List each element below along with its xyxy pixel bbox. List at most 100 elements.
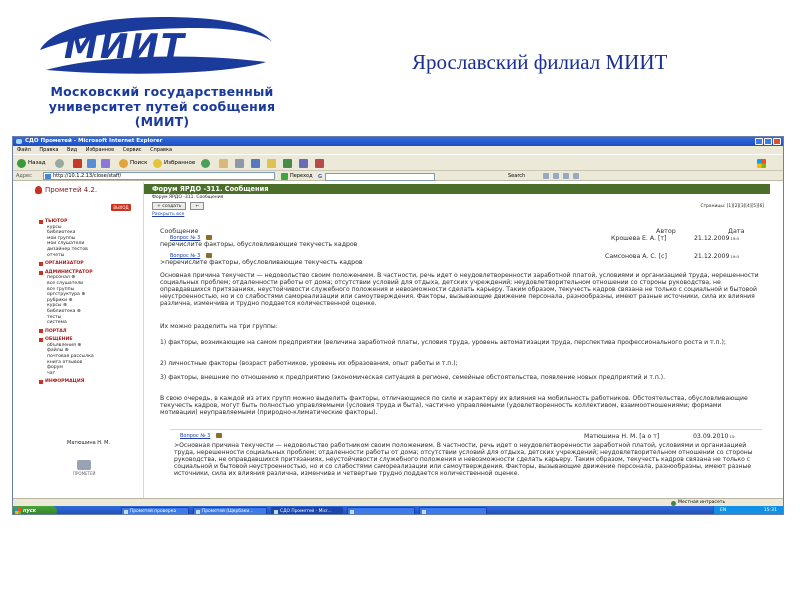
message-paragraph: Основная причина текучести — недовольств…: [160, 272, 759, 307]
print-button[interactable]: [235, 158, 244, 169]
search-label: Поиск: [130, 160, 148, 166]
window-controls: [755, 138, 781, 145]
sidebar-item[interactable]: система: [39, 320, 143, 326]
flame-icon: [35, 186, 42, 194]
menu-edit[interactable]: Правка: [39, 147, 58, 153]
history-button[interactable]: [201, 158, 210, 169]
sidebar-section-title: ПОРТАЛ: [45, 328, 67, 334]
taskbar-item[interactable]: Прометей проверка: [121, 507, 189, 514]
menu-help[interactable]: Справка: [150, 147, 172, 153]
address-input[interactable]: http://10.1.2.13/close/staff/: [43, 172, 275, 180]
sidebar-nav: ТЬЮТОР курсы библиотека мои группы мои слуша…: [39, 216, 143, 385]
back-to-forums-button[interactable]: ←: [190, 202, 205, 210]
toolbar-icon[interactable]: [573, 173, 579, 179]
forward-button[interactable]: [55, 158, 64, 169]
slide-title: Ярославский филиал МИИТ: [412, 50, 668, 74]
google-search-button[interactable]: Search: [508, 171, 525, 181]
create-message-button[interactable]: + создать: [152, 202, 187, 210]
home-button[interactable]: [101, 158, 110, 169]
refresh-icon: [87, 159, 96, 168]
toolbar-icon[interactable]: [543, 173, 549, 179]
google-toolbar: G: [318, 172, 436, 182]
start-button[interactable]: пуск: [13, 506, 57, 514]
reply-icon[interactable]: [216, 432, 223, 438]
browser-toolbar: Назад Поиск Избранное: [13, 154, 783, 171]
sidebar-item[interactable]: отчеты: [39, 253, 143, 259]
google-search-input[interactable]: [325, 173, 436, 181]
maximize-button[interactable]: [764, 138, 772, 145]
page-content: Прометей 4.2. ВЫХОД ТЬЮТОР курсы библиотек…: [13, 182, 783, 498]
search-icon: [119, 159, 128, 168]
history-icon: [201, 159, 210, 168]
taskbar-item[interactable]: [347, 507, 415, 514]
search-button[interactable]: Поиск: [119, 158, 147, 169]
message-author: Крошева Е. А. [т]: [611, 235, 667, 242]
prometheus-footer-logo: ПРОМЕТЕЙ: [73, 460, 96, 476]
taskbar-item-label: СДО Прометей - Мicr...: [280, 509, 332, 514]
page-icon: [45, 174, 51, 179]
forum-messages: Сообщение Автор Дата Вопрос № 3 перечисл…: [156, 224, 764, 496]
taskbar-item[interactable]: [419, 507, 487, 514]
ie-icon: [274, 510, 278, 514]
ie-icon: [124, 510, 128, 514]
reply-icon[interactable]: [206, 234, 213, 240]
window-titlebar[interactable]: СДО Прометей - Microsoft Internet Explor…: [13, 137, 783, 146]
edit-button[interactable]: [251, 158, 260, 169]
windows-flag-icon: [757, 159, 766, 168]
window-icon: [350, 510, 354, 514]
message-date-value: 21.12.2009: [694, 235, 730, 242]
message-paragraph: 3) факторы, внешние по отношению к предп…: [160, 374, 666, 381]
folder-icon: [267, 159, 276, 168]
brand-label: Прометей 4.2.: [45, 186, 98, 194]
sidebar-item[interactable]: чат: [39, 371, 143, 377]
print-icon: [235, 159, 244, 168]
edit-icon: [251, 159, 260, 168]
pagination[interactable]: Страницы: [1][2][3][4][5][6]: [701, 204, 764, 209]
refresh-button[interactable]: [87, 158, 96, 169]
star-icon: [153, 159, 162, 168]
close-button[interactable]: [773, 138, 781, 145]
messenger-button[interactable]: [283, 158, 292, 169]
expand-all-link[interactable]: Раскрыть все: [152, 212, 184, 217]
back-button[interactable]: Назад: [17, 158, 46, 169]
bullet-icon: [39, 270, 43, 275]
go-label: Переход: [290, 173, 313, 179]
tools-button[interactable]: [315, 158, 324, 169]
back-arrow-icon: [17, 159, 26, 168]
menu-view[interactable]: Вид: [67, 147, 77, 153]
bullet-icon: [39, 329, 43, 334]
toolbar-icon[interactable]: [563, 173, 569, 179]
menu-favorites[interactable]: Избранное: [86, 147, 114, 153]
toolbar-icon[interactable]: [553, 173, 559, 179]
research-icon: [299, 159, 308, 168]
sidebar-section-header[interactable]: ИНФОРМАЦИЯ: [39, 379, 143, 385]
mail-icon: [219, 159, 228, 168]
menu-file[interactable]: Файл: [17, 147, 31, 153]
message-date: 21.12.200919:0: [694, 235, 739, 242]
miit-logo: МИИТ Московский государственный универси…: [28, 8, 288, 136]
sidebar-section-header[interactable]: ОРГАНИЗАТОР: [39, 261, 143, 267]
message-link[interactable]: Вопрос № 3: [180, 433, 210, 439]
taskbar-item[interactable]: Прометей (Щербаки...: [193, 507, 267, 514]
taskbar-item-active[interactable]: СДО Прометей - Мicr...: [271, 507, 343, 514]
lms-sidebar: Прометей 4.2. ВЫХОД ТЬЮТОР курсы библиотек…: [29, 182, 149, 498]
logout-button[interactable]: ВЫХОД: [111, 204, 131, 211]
favorites-button[interactable]: Избранное: [153, 158, 195, 169]
research-button[interactable]: [299, 158, 308, 169]
stop-button[interactable]: [73, 158, 82, 169]
go-button[interactable]: Переход: [281, 172, 313, 180]
language-indicator[interactable]: EN: [720, 506, 726, 514]
message-header: Вопрос № 3: [170, 252, 213, 259]
clock: 15:31: [763, 508, 777, 513]
back-label: Назад: [28, 160, 46, 166]
discuss-button[interactable]: [267, 158, 276, 169]
message-body: >перечислите факторы, обусловливающие те…: [160, 259, 363, 266]
mail-button[interactable]: [219, 158, 228, 169]
sidebar-section-header[interactable]: ПОРТАЛ: [39, 329, 143, 335]
minimize-button[interactable]: [755, 138, 763, 145]
ie-icon: [16, 139, 22, 144]
message-time: 19:0: [730, 254, 739, 259]
reply-icon[interactable]: [206, 252, 213, 258]
menu-tools[interactable]: Сервис: [123, 147, 142, 153]
taskbar-item-label: Прометей (Щербаки...: [202, 509, 254, 514]
